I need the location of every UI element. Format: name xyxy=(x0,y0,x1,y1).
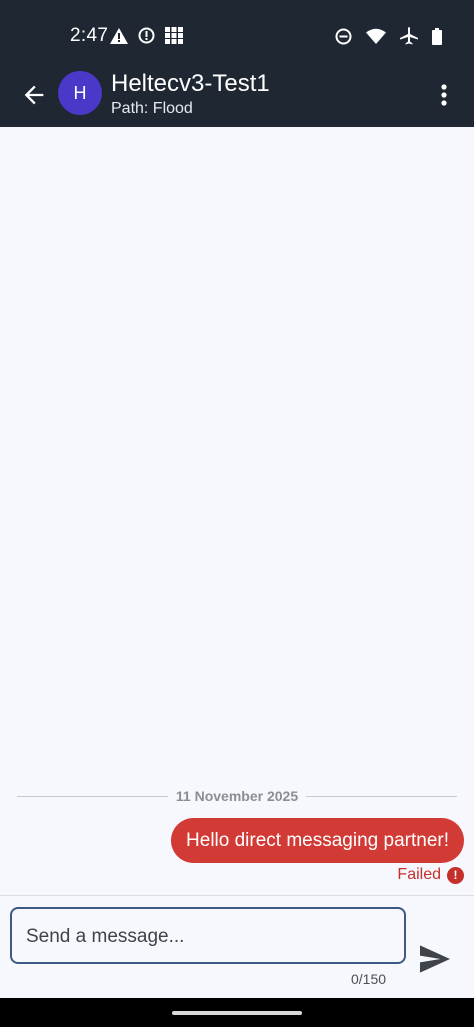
path-subtitle: Path: Flood xyxy=(111,100,193,117)
status-bar: 2:47 xyxy=(0,0,474,64)
more-vert-icon[interactable] xyxy=(434,81,454,109)
home-gesture-handle[interactable] xyxy=(172,1011,302,1015)
message-input[interactable] xyxy=(24,909,398,964)
navigation-bar xyxy=(0,998,474,1027)
message-status-label: Failed xyxy=(397,866,441,883)
back-arrow-icon[interactable] xyxy=(20,81,48,109)
wifi-icon xyxy=(366,28,386,44)
date-separator: 11 November 2025 xyxy=(17,786,458,806)
warning-icon xyxy=(110,27,128,44)
contact-name: Heltecv3-Test1 xyxy=(111,70,270,97)
app-bar: H Heltecv3-Test1 Path: Flood xyxy=(0,64,474,127)
status-left-icons xyxy=(110,27,183,44)
airplane-icon xyxy=(400,27,418,45)
status-time: 2:47 xyxy=(70,25,109,46)
message-text: Hello direct messaging partner! xyxy=(186,829,449,851)
character-counter: 0/150 xyxy=(351,971,387,987)
error-icon: ! xyxy=(447,866,464,884)
date-label: 11 November 2025 xyxy=(175,788,299,804)
date-divider-right xyxy=(306,795,458,797)
grid-icon xyxy=(165,27,183,44)
status-right-icons xyxy=(335,27,442,45)
message-input-box[interactable] xyxy=(10,907,406,964)
date-divider-left xyxy=(17,795,168,797)
avatar[interactable]: H xyxy=(58,71,102,115)
message-composer: 0/150 xyxy=(0,895,474,999)
alert-circle-icon xyxy=(138,27,155,44)
message-status[interactable]: Failed ! xyxy=(397,866,464,884)
outgoing-message-bubble[interactable]: Hello direct messaging partner! xyxy=(171,818,464,863)
avatar-letter: H xyxy=(73,82,87,103)
send-icon[interactable] xyxy=(418,944,452,974)
do-not-disturb-icon xyxy=(335,28,352,44)
message-list[interactable]: 11 November 2025 Hello direct messaging … xyxy=(0,127,474,895)
battery-icon xyxy=(432,27,442,45)
